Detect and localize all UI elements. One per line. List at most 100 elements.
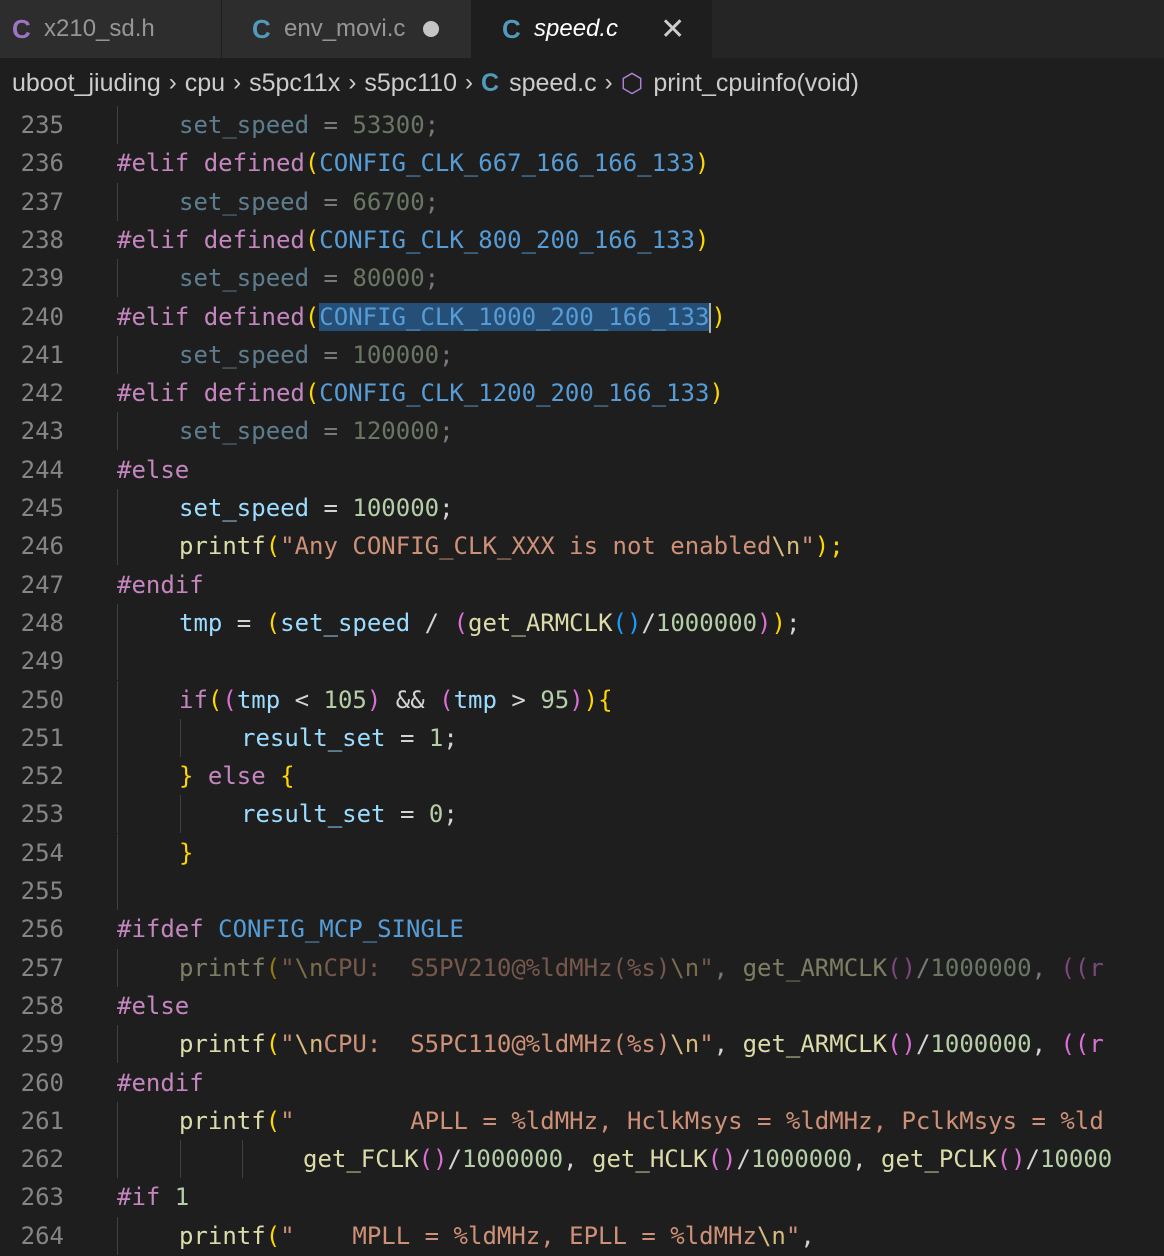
code-token: " <box>800 532 815 561</box>
code-token: get_ARMCLK <box>742 953 888 982</box>
line-number: 248 <box>20 608 64 637</box>
code-line[interactable]: 238 #elif defined(CONFIG_CLK_800_200_166_… <box>0 221 1164 259</box>
code-text: set_speed = 100000; <box>179 336 454 374</box>
code-token: ( <box>304 302 320 331</box>
code-line[interactable]: 262 get_FCLK()/1000000, get_HCLK()/100000… <box>0 1140 1164 1179</box>
code-token: / <box>915 1030 931 1059</box>
code-token: ( <box>222 685 237 714</box>
tab-env-movi-c[interactable]: C env_movi.c <box>222 0 472 58</box>
code-line[interactable]: 236 #elif defined(CONFIG_CLK_667_166_166_… <box>0 144 1164 182</box>
c-file-icon: C <box>12 13 31 44</box>
code-text: if((tmp < 105) && (tmp > 95)){ <box>179 681 613 719</box>
code-line[interactable]: 250 if((tmp < 105) && (tmp > 95)){ <box>0 680 1164 719</box>
tab-speed-c[interactable]: C speed.c ✕ <box>472 0 712 58</box>
code-token: 10000 <box>1039 1145 1113 1174</box>
indent-guide <box>117 527 118 566</box>
code-line[interactable]: 248 tmp = (set_speed / (get_ARMCLK()/1000… <box>0 603 1164 642</box>
code-token: / <box>447 1145 462 1174</box>
code-token: " APLL = %ldMHz, HclkMsys = %ldMHz, Pclk… <box>280 1106 1104 1135</box>
breadcrumb-item[interactable]: uboot_jiuding <box>12 69 161 98</box>
chevron-right-icon: › <box>168 69 177 96</box>
code-token: ; <box>424 111 440 139</box>
code-line[interactable]: 244 #else <box>0 451 1164 489</box>
code-line[interactable]: 261 printf(" APLL = %ldMHz, HclkMsys = %l… <box>0 1101 1164 1140</box>
code-token: " <box>280 953 295 982</box>
code-line[interactable]: 253 result_set = 0; <box>0 795 1164 834</box>
code-token: = <box>309 417 353 446</box>
code-token: } <box>179 838 194 867</box>
code-line[interactable]: 256 #ifdef CONFIG_MCP_SINGLE <box>0 910 1164 948</box>
code-line[interactable]: 251 result_set = 1; <box>0 718 1164 757</box>
breadcrumb-symbol[interactable]: print_cpuinfo(void) <box>653 69 859 98</box>
code-token: ; <box>785 608 801 637</box>
code-token: set_speed <box>179 340 310 369</box>
code-line[interactable]: 240 #elif defined(CONFIG_CLK_1000_200_166… <box>0 298 1164 336</box>
code-line[interactable]: 247 #endif <box>0 566 1164 604</box>
code-line[interactable]: 263 #if 1 <box>0 1178 1164 1216</box>
tab-x210-sd-h[interactable]: C x210_sd.h <box>0 0 222 58</box>
code-token: = <box>309 494 353 522</box>
code-token: / <box>410 608 454 637</box>
code-line[interactable]: 241 set_speed = 100000; <box>0 335 1164 374</box>
code-token: 1 <box>428 723 444 752</box>
code-token: ; <box>424 187 440 216</box>
breadcrumb-file[interactable]: speed.c <box>509 69 597 98</box>
code-line[interactable]: 235 set_speed = 53300; <box>0 106 1164 144</box>
code-line[interactable]: 255 <box>0 872 1164 910</box>
code-line[interactable]: 242 #elif defined(CONFIG_CLK_1200_200_166… <box>0 374 1164 412</box>
code-token: && <box>381 685 440 714</box>
breadcrumb-item[interactable]: s5pc11x <box>249 69 340 98</box>
indent-guide <box>117 335 118 374</box>
code-token: () <box>418 1145 448 1174</box>
code-token: ( <box>265 1030 281 1059</box>
code-token: CONFIG_CLK_800_200_166_133 <box>319 225 695 254</box>
code-line[interactable]: 243 set_speed = 120000; <box>0 412 1164 451</box>
code-token: ( <box>265 1221 281 1250</box>
code-token: ) <box>583 685 599 714</box>
code-token: CPU: S5PV210@%ldMHz(%s) <box>323 953 671 982</box>
code-token: CONFIG_CLK_1200_200_166_133 <box>319 379 710 408</box>
code-text: printf("\nCPU: S5PC110@%ldMHz(%s)\n", ge… <box>179 1025 1104 1063</box>
close-icon[interactable]: ✕ <box>660 12 685 47</box>
code-token: 66700 <box>352 187 425 216</box>
chevron-right-icon: › <box>465 69 473 96</box>
breadcrumb-item[interactable]: s5pc110 <box>364 69 457 98</box>
indent-guide <box>117 642 118 681</box>
c-file-icon: C <box>502 13 521 44</box>
code-token: ( <box>304 149 320 178</box>
chevron-right-icon: › <box>604 69 613 96</box>
code-line[interactable]: 245 set_speed = 100000; <box>0 489 1164 527</box>
code-token: ) <box>771 608 786 637</box>
code-token: { <box>280 762 295 791</box>
code-line[interactable]: 246 printf("Any CONFIG_CLK_XXX is not ena… <box>0 527 1164 566</box>
line-number: 255 <box>20 877 64 905</box>
code-line[interactable]: 239 set_speed = 80000; <box>0 259 1164 298</box>
code-token: / <box>736 1145 751 1174</box>
indent-guide <box>117 757 118 796</box>
indent-guide <box>117 259 118 298</box>
code-line[interactable]: 252} else { <box>0 757 1164 796</box>
code-token: ) <box>757 608 772 637</box>
code-editor[interactable]: 235 set_speed = 53300; 236 #elif defined(CO… <box>0 106 1164 1256</box>
line-number: 242 <box>20 379 64 408</box>
code-line[interactable]: 259 printf("\nCPU: S5PC110@%ldMHz(%s)\n",… <box>0 1025 1164 1064</box>
code-text: #elif defined(CONFIG_CLK_800_200_166_133… <box>117 221 709 259</box>
code-line[interactable]: 249 <box>0 642 1164 681</box>
code-line[interactable]: 264 printf(" MPLL = %ldMHz, EPLL = %ldMHz… <box>0 1216 1164 1255</box>
code-token: CONFIG_CLK_667_166_166_133 <box>319 149 695 178</box>
code-line[interactable]: 257 printf("\nCPU: S5PV210@%ldMHz(%s)\n",… <box>0 948 1164 987</box>
tab-label: x210_sd.h <box>44 15 155 42</box>
line-number: 241 <box>20 340 64 369</box>
breadcrumb-item[interactable]: cpu <box>185 69 225 98</box>
code-line[interactable]: 260 #endif <box>0 1064 1164 1102</box>
code-token: set_speed <box>179 494 310 522</box>
code-text: #endif <box>117 566 204 604</box>
code-token: ) <box>366 685 382 714</box>
code-token: " <box>280 1030 295 1059</box>
code-line[interactable]: 254} <box>0 833 1164 872</box>
unsaved-dot-icon[interactable] <box>423 21 440 37</box>
code-line[interactable]: 258 #else <box>0 987 1164 1025</box>
code-line[interactable]: 237 set_speed = 66700; <box>0 182 1164 221</box>
code-text: printf(" MPLL = %ldMHz, EPLL = %ldMHz\n"… <box>179 1217 815 1255</box>
code-token: else <box>193 762 281 791</box>
